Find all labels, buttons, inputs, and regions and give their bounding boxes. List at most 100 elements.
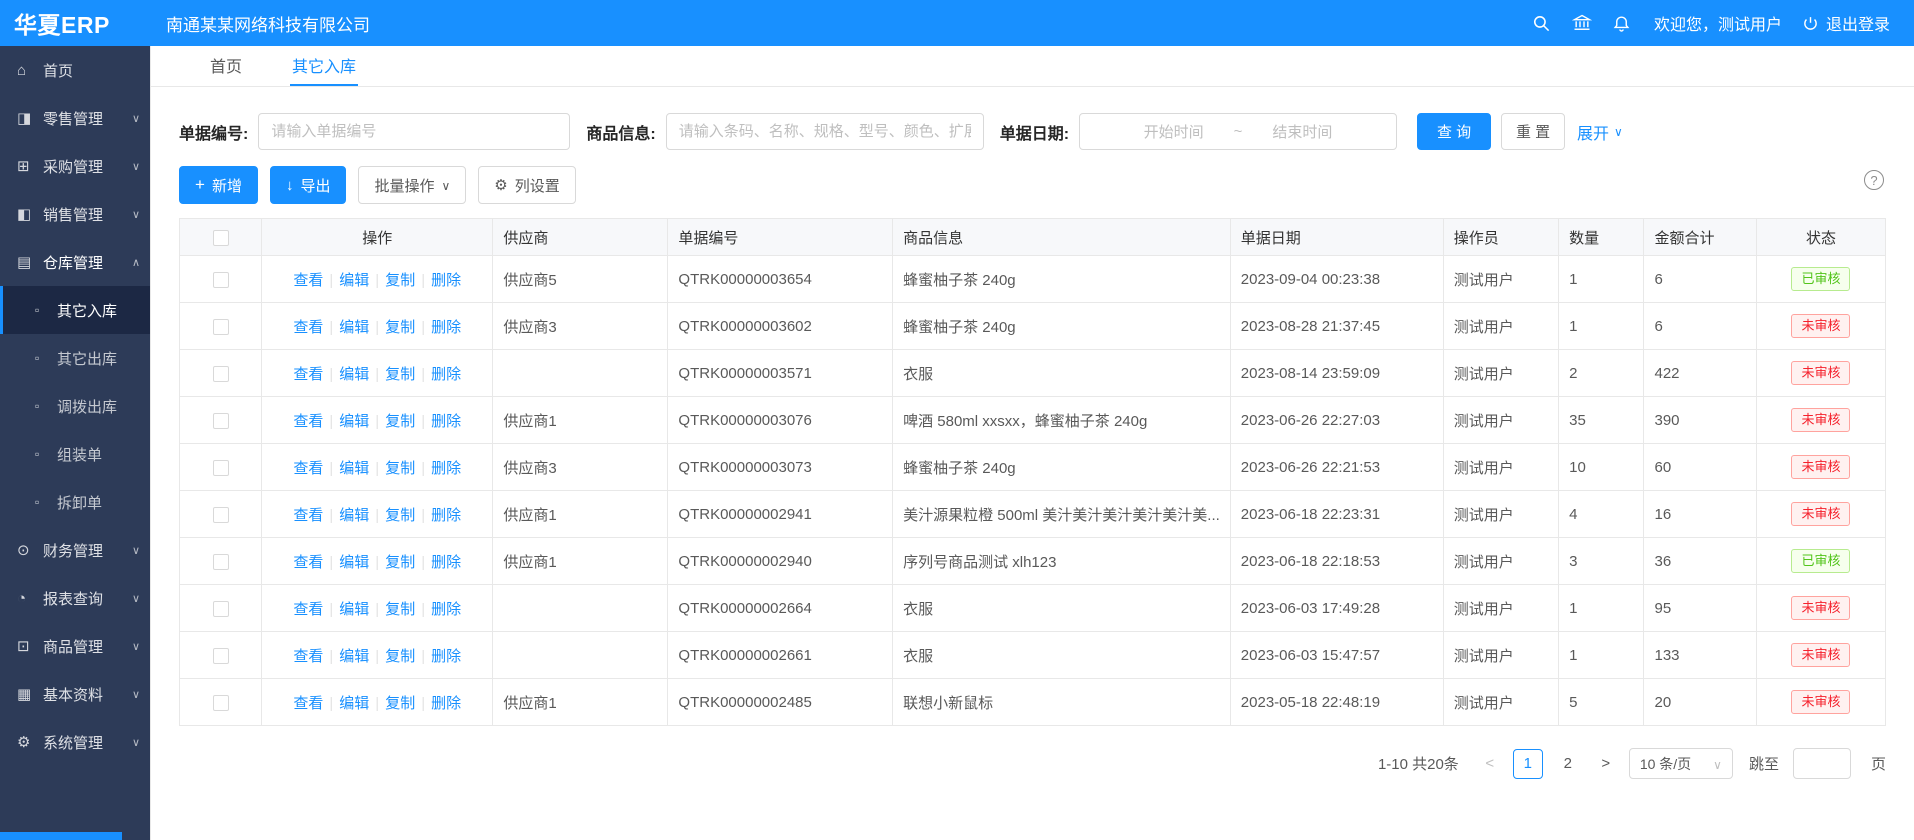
search-icon[interactable] [1522, 0, 1562, 46]
cell-bill_no: QTRK00000003654 [668, 256, 893, 303]
copy-link[interactable]: 复制 [385, 554, 415, 571]
sidebar-item-finance[interactable]: ⊙财务管理∨ [0, 526, 150, 574]
prev-page-button[interactable] [1477, 749, 1503, 779]
row-checkbox[interactable] [213, 413, 229, 429]
copy-link[interactable]: 复制 [385, 460, 415, 477]
expand-filters-link[interactable]: 展开 [1577, 120, 1623, 144]
view-link[interactable]: 查看 [293, 272, 323, 289]
row-checkbox[interactable] [213, 319, 229, 335]
page-2-button[interactable]: 2 [1553, 749, 1583, 779]
cell-goods: 联想小新鼠标 [893, 679, 1231, 726]
sidebar-item-assembly-order[interactable]: ▫组装单 [0, 430, 150, 478]
page-size-select[interactable]: 10 条/页 [1629, 748, 1733, 779]
delete-link[interactable]: 删除 [431, 272, 461, 289]
delete-link[interactable]: 删除 [431, 554, 461, 571]
columns-label: 列设置 [515, 175, 560, 196]
delete-link[interactable]: 删除 [431, 601, 461, 618]
app-logo[interactable]: 华夏ERP [0, 6, 150, 40]
cell-operator: 测试用户 [1443, 632, 1558, 679]
sidebar-item-transfer-outbound[interactable]: ▫调拨出库 [0, 382, 150, 430]
copy-link[interactable]: 复制 [385, 366, 415, 383]
goods-info-input[interactable] [666, 113, 984, 150]
delete-link[interactable]: 删除 [431, 413, 461, 430]
date-range-picker[interactable]: 开始时间 ~ 结束时间 [1079, 113, 1397, 150]
add-button[interactable]: 新增 [179, 166, 258, 204]
bank-icon[interactable] [1562, 0, 1602, 46]
sidebar-item-basic-data[interactable]: ▦基本资料∨ [0, 670, 150, 718]
reset-button[interactable]: 重 置 [1501, 113, 1565, 150]
row-checkbox[interactable] [213, 272, 229, 288]
tab-home[interactable]: 首页 [208, 46, 244, 86]
row-checkbox[interactable] [213, 648, 229, 664]
view-link[interactable]: 查看 [293, 601, 323, 618]
edit-link[interactable]: 编辑 [339, 366, 369, 383]
batch-actions-button[interactable]: 批量操作 [358, 166, 466, 204]
sidebar-item-retail[interactable]: ◨零售管理∨ [0, 94, 150, 142]
view-link[interactable]: 查看 [293, 695, 323, 712]
select-all-checkbox[interactable] [213, 230, 229, 246]
delete-link[interactable]: 删除 [431, 366, 461, 383]
chevron-down-icon [441, 177, 450, 194]
delete-link[interactable]: 删除 [431, 695, 461, 712]
sidebar-item-other-outbound[interactable]: ▫其它出库 [0, 334, 150, 382]
edit-link[interactable]: 编辑 [339, 272, 369, 289]
sidebar-item-system[interactable]: ⚙系统管理∨ [0, 718, 150, 766]
sidebar-item-disassembly-order[interactable]: ▫拆卸单 [0, 478, 150, 526]
help-icon[interactable] [1864, 170, 1884, 190]
edit-link[interactable]: 编辑 [339, 413, 369, 430]
copy-link[interactable]: 复制 [385, 413, 415, 430]
action-separator: | [329, 554, 333, 571]
edit-link[interactable]: 编辑 [339, 554, 369, 571]
view-link[interactable]: 查看 [293, 366, 323, 383]
copy-link[interactable]: 复制 [385, 648, 415, 665]
edit-link[interactable]: 编辑 [339, 695, 369, 712]
row-checkbox[interactable] [213, 366, 229, 382]
bill-number-input[interactable] [258, 113, 570, 150]
cell-bill_no: QTRK00000003073 [668, 444, 893, 491]
row-checkbox[interactable] [213, 554, 229, 570]
copy-link[interactable]: 复制 [385, 695, 415, 712]
row-checkbox[interactable] [213, 695, 229, 711]
sidebar-item-home[interactable]: ⌂首页 [0, 46, 150, 94]
jump-page-input[interactable] [1793, 748, 1851, 779]
edit-link[interactable]: 编辑 [339, 319, 369, 336]
delete-link[interactable]: 删除 [431, 648, 461, 665]
bell-icon[interactable] [1602, 0, 1642, 46]
copy-link[interactable]: 复制 [385, 272, 415, 289]
edit-link[interactable]: 编辑 [339, 601, 369, 618]
next-page-button[interactable] [1593, 749, 1619, 779]
edit-link[interactable]: 编辑 [339, 648, 369, 665]
welcome-user-text[interactable]: 欢迎您，测试用户 [1654, 11, 1782, 35]
sidebar-item-other-inbound[interactable]: ▫其它入库 [0, 286, 150, 334]
copy-link[interactable]: 复制 [385, 507, 415, 524]
row-checkbox[interactable] [213, 601, 229, 617]
copy-link[interactable]: 复制 [385, 319, 415, 336]
logout-button[interactable]: 退出登录 [1802, 11, 1890, 35]
delete-link[interactable]: 删除 [431, 319, 461, 336]
view-link[interactable]: 查看 [293, 554, 323, 571]
sidebar-item-report[interactable]: ◔报表查询∨ [0, 574, 150, 622]
sidebar-item-purchase[interactable]: ⊞采购管理∨ [0, 142, 150, 190]
export-button[interactable]: 导出 [270, 166, 347, 204]
edit-link[interactable]: 编辑 [339, 507, 369, 524]
view-link[interactable]: 查看 [293, 648, 323, 665]
search-button[interactable]: 查 询 [1417, 113, 1491, 150]
column-settings-button[interactable]: 列设置 [478, 166, 575, 204]
table-row: 查看|编辑|复制|删除供应商1QTRK00000003076啤酒 580ml x… [180, 397, 1886, 444]
edit-link[interactable]: 编辑 [339, 460, 369, 477]
row-checkbox[interactable] [213, 460, 229, 476]
delete-link[interactable]: 删除 [431, 460, 461, 477]
view-link[interactable]: 查看 [293, 319, 323, 336]
view-link[interactable]: 查看 [293, 413, 323, 430]
sidebar-scrollbar-thumb[interactable] [0, 832, 122, 840]
sidebar-item-warehouse[interactable]: ▤仓库管理∧ [0, 238, 150, 286]
copy-link[interactable]: 复制 [385, 601, 415, 618]
view-link[interactable]: 查看 [293, 507, 323, 524]
sidebar-item-goods[interactable]: ⊡商品管理∨ [0, 622, 150, 670]
page-1-button[interactable]: 1 [1513, 749, 1543, 779]
delete-link[interactable]: 删除 [431, 507, 461, 524]
sidebar-item-sales[interactable]: ◧销售管理∨ [0, 190, 150, 238]
row-checkbox[interactable] [213, 507, 229, 523]
view-link[interactable]: 查看 [293, 460, 323, 477]
tab-other-inbound[interactable]: 其它入库 [290, 46, 358, 86]
